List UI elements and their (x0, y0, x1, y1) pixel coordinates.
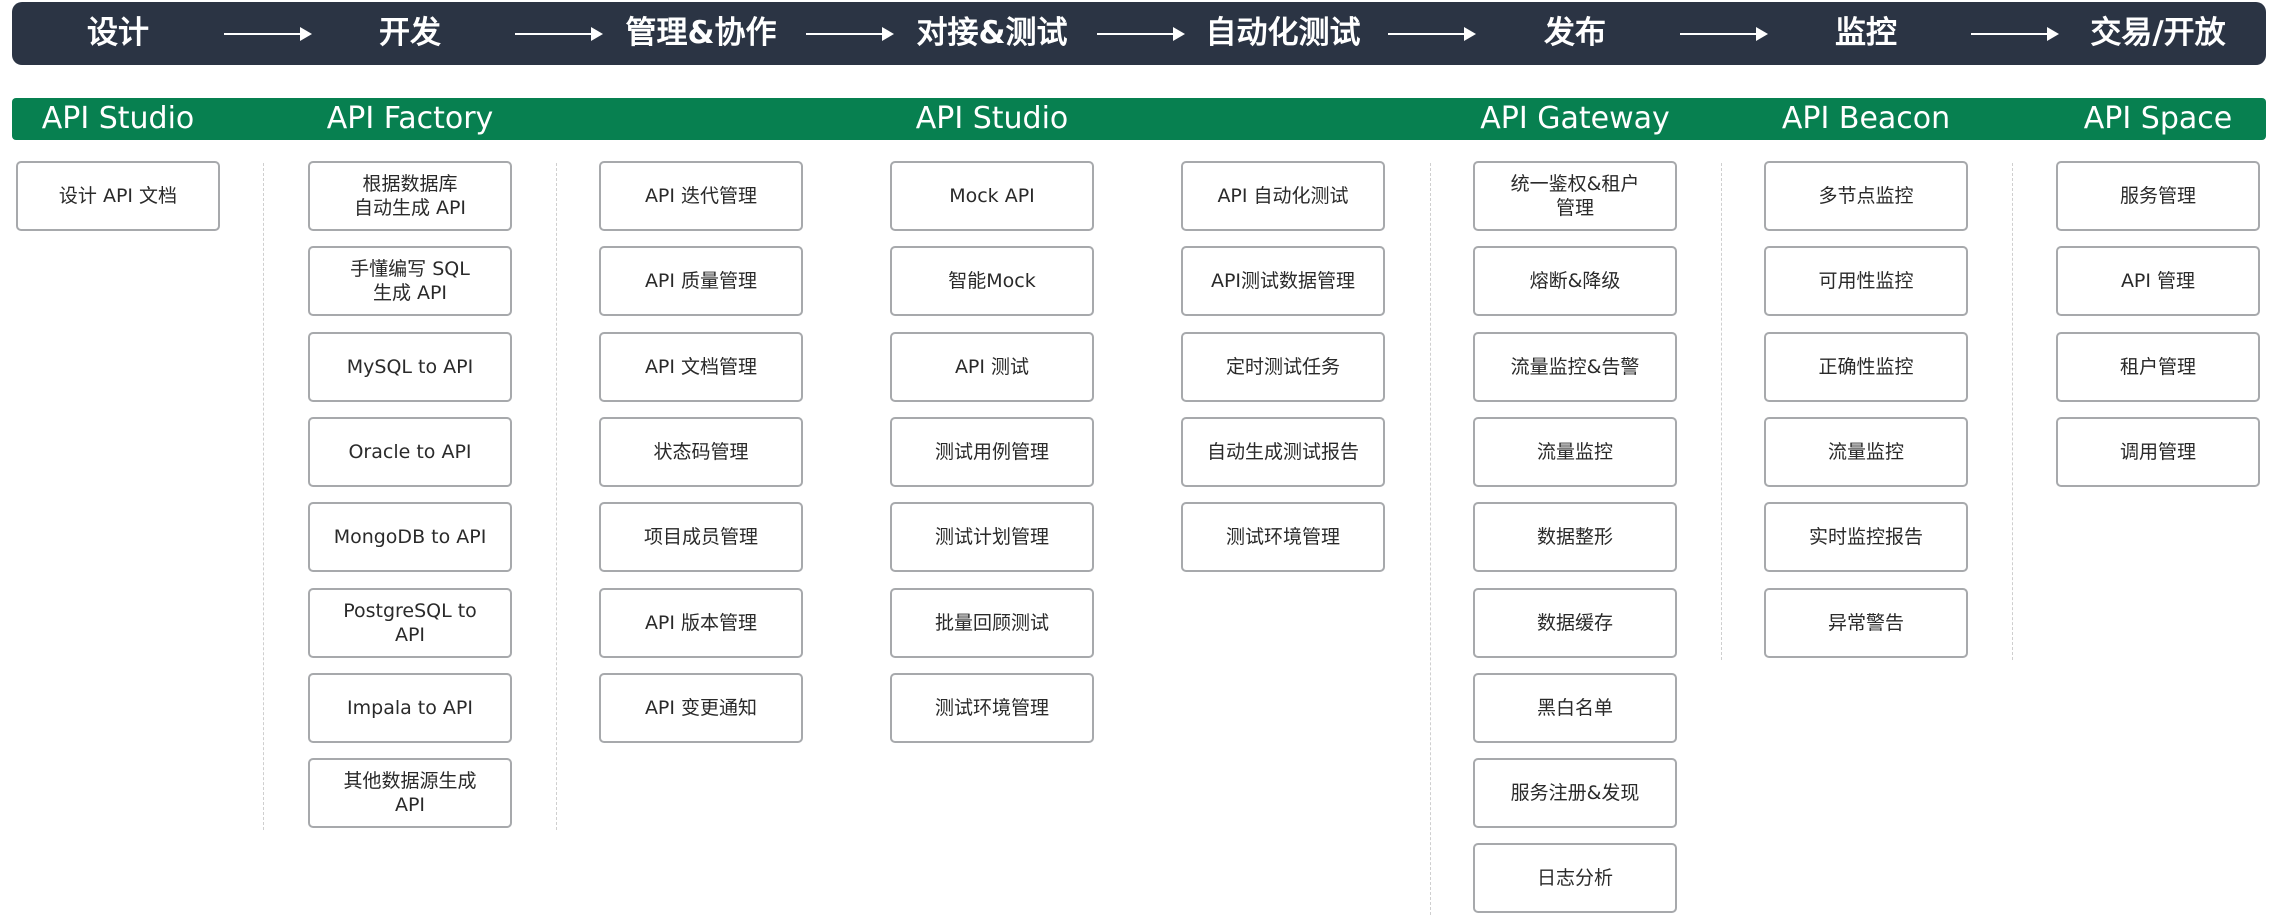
feature-box: 其他数据源生成 API (308, 758, 512, 828)
feature-box: 数据整形 (1473, 502, 1677, 572)
feature-box: 日志分析 (1473, 843, 1677, 913)
feature-box: Mock API (890, 161, 1094, 231)
feature-box: 流量监控 (1764, 417, 1968, 487)
feature-box: API 文档管理 (599, 332, 803, 402)
stage-arrow-icon (1971, 27, 2059, 41)
column-separator (556, 163, 557, 830)
column-separator (1721, 163, 1722, 660)
column-separator (2012, 163, 2013, 660)
product-label-3: API Studio (915, 101, 1069, 136)
feature-box: 熔断&降级 (1473, 246, 1677, 316)
stage-arrow-icon (1388, 27, 1476, 41)
feature-box: 定时测试任务 (1181, 332, 1385, 402)
feature-box: 多节点监控 (1764, 161, 1968, 231)
feature-box: 流量监控 (1473, 417, 1677, 487)
stage-arrow-icon (806, 27, 894, 41)
feature-box: PostgreSQL to API (308, 588, 512, 658)
product-label-2: API Factory (326, 101, 494, 136)
product-label-4: API Gateway (1480, 101, 1670, 136)
feature-box: 服务管理 (2056, 161, 2260, 231)
feature-box: API 质量管理 (599, 246, 803, 316)
feature-box: 项目成员管理 (599, 502, 803, 572)
feature-box: 批量回顾测试 (890, 588, 1094, 658)
stage-label-6: 发布 (1544, 15, 1606, 51)
feature-box: 黑白名单 (1473, 673, 1677, 743)
product-label-1: API Studio (41, 101, 195, 136)
stage-arrow-icon (1680, 27, 1768, 41)
product-label-5: API Beacon (1781, 101, 1951, 136)
stage-label-4: 对接&测试 (916, 15, 1068, 51)
feature-box: 测试环境管理 (1181, 502, 1385, 572)
feature-box: 租户管理 (2056, 332, 2260, 402)
feature-box: API 管理 (2056, 246, 2260, 316)
stage-label-3: 管理&协作 (625, 15, 777, 51)
feature-box: Oracle to API (308, 417, 512, 487)
stage-label-8: 交易/开放 (2090, 15, 2226, 51)
product-bar: API Studio API Factory API Studio API Gatew… (12, 98, 2266, 140)
stage-label-1: 设计 (87, 15, 149, 51)
feature-box: 测试用例管理 (890, 417, 1094, 487)
feature-box: API 迭代管理 (599, 161, 803, 231)
column-separator (263, 163, 264, 830)
column-separator (1430, 163, 1431, 915)
feature-box: 数据缓存 (1473, 588, 1677, 658)
stage-arrow-icon (515, 27, 603, 41)
feature-box: API 版本管理 (599, 588, 803, 658)
stage-arrow-icon (1097, 27, 1185, 41)
feature-box: 手懂编写 SQL 生成 API (308, 246, 512, 316)
feature-box: MongoDB to API (308, 502, 512, 572)
product-label-6: API Space (2083, 101, 2233, 136)
stage-label-5: 自动化测试 (1205, 15, 1361, 51)
feature-box: 设计 API 文档 (16, 161, 220, 231)
lifecycle-stage-bar: 设计 开发 管理&协作 对接&测试 自动化测试 发布 监控 交易/开放 (12, 2, 2266, 65)
feature-box: 根据数据库 自动生成 API (308, 161, 512, 231)
feature-box: 异常警告 (1764, 588, 1968, 658)
feature-box: 实时监控报告 (1764, 502, 1968, 572)
feature-box: 测试环境管理 (890, 673, 1094, 743)
feature-box: 测试计划管理 (890, 502, 1094, 572)
stage-label-7: 监控 (1835, 15, 1897, 51)
stage-arrow-icon (224, 27, 312, 41)
feature-box: API 测试 (890, 332, 1094, 402)
feature-box: API 变更通知 (599, 673, 803, 743)
feature-box: 流量监控&告警 (1473, 332, 1677, 402)
api-lifecycle-diagram: 设计 开发 管理&协作 对接&测试 自动化测试 发布 监控 交易/开放 API Studio A… (0, 0, 2278, 915)
feature-box: 智能Mock (890, 246, 1094, 316)
feature-box: 自动生成测试报告 (1181, 417, 1385, 487)
feature-box: 调用管理 (2056, 417, 2260, 487)
feature-box: 服务注册&发现 (1473, 758, 1677, 828)
feature-box: API测试数据管理 (1181, 246, 1385, 316)
feature-box: 正确性监控 (1764, 332, 1968, 402)
feature-box: 统一鉴权&租户 管理 (1473, 161, 1677, 231)
feature-box: Impala to API (308, 673, 512, 743)
stage-label-2: 开发 (379, 15, 441, 51)
feature-box: 状态码管理 (599, 417, 803, 487)
feature-box: MySQL to API (308, 332, 512, 402)
feature-box: 可用性监控 (1764, 246, 1968, 316)
feature-box: API 自动化测试 (1181, 161, 1385, 231)
